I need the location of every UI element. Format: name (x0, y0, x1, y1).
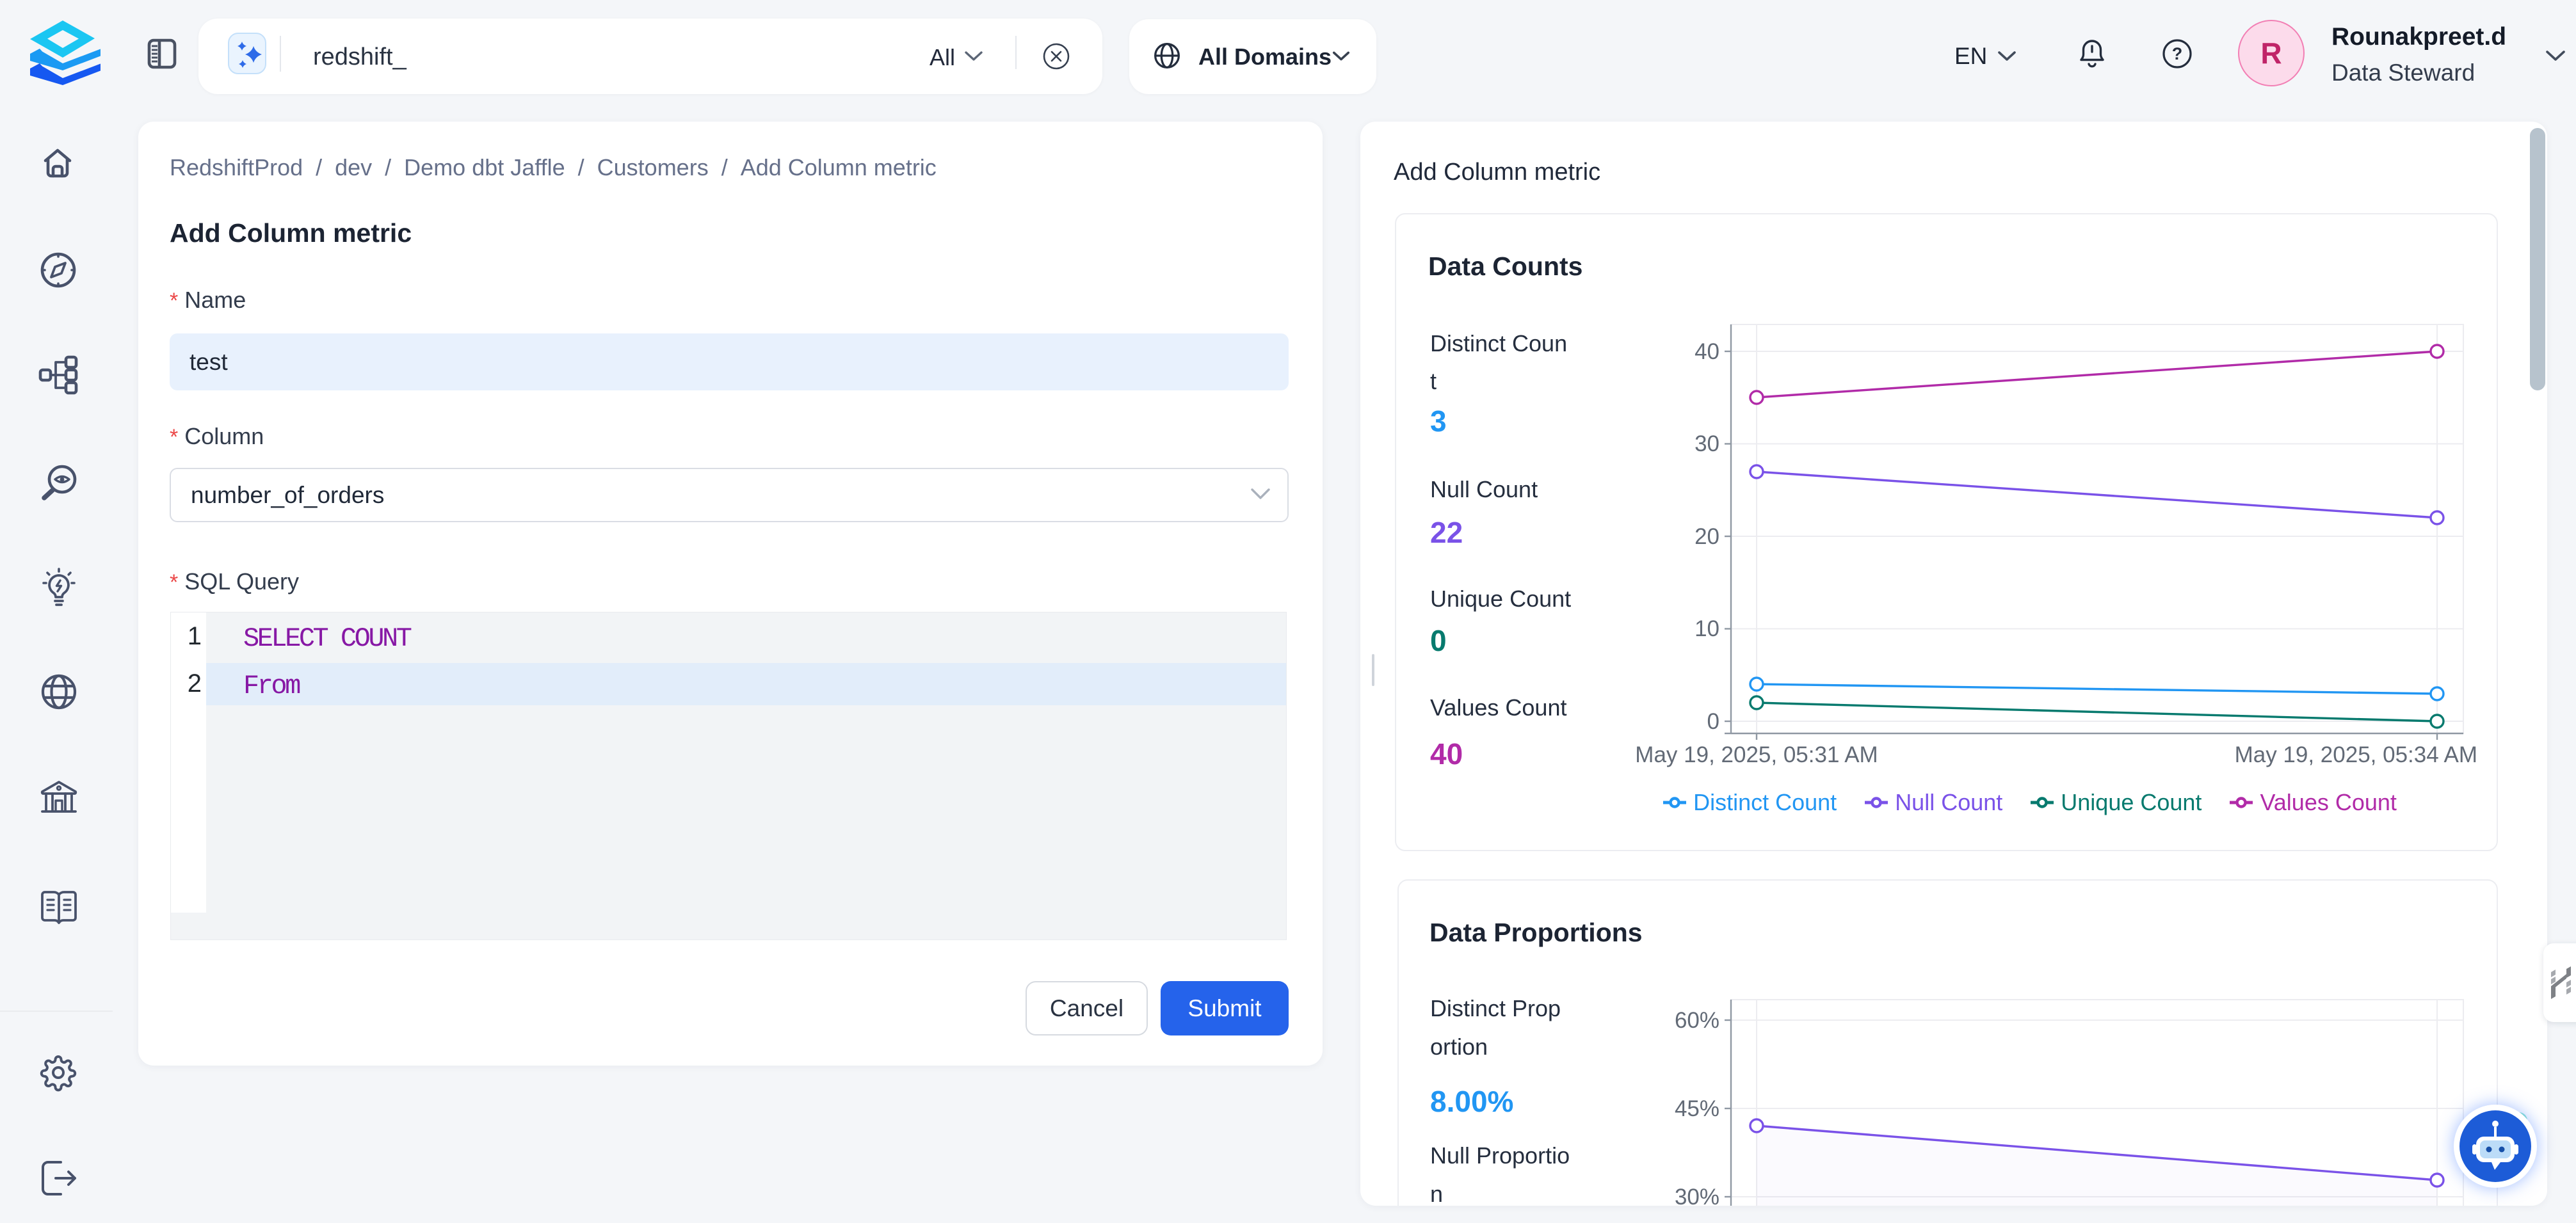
svg-text:45%: 45% (1675, 1096, 1719, 1121)
svg-text:10: 10 (1695, 616, 1719, 641)
svg-text:0: 0 (1707, 709, 1719, 734)
svg-text:May 19, 2025, 05:34 AM: May 19, 2025, 05:34 AM (2235, 742, 2477, 767)
svg-text:?: ? (2172, 44, 2183, 63)
svg-text:May 19, 2025, 05:31 AM: May 19, 2025, 05:31 AM (1635, 742, 1878, 767)
svg-text:60%: 60% (1675, 1008, 1719, 1033)
svg-text:20: 20 (1695, 524, 1719, 549)
svg-text:30%: 30% (1675, 1185, 1719, 1206)
svg-text:30: 30 (1695, 431, 1719, 456)
svg-text:40: 40 (1695, 339, 1719, 364)
